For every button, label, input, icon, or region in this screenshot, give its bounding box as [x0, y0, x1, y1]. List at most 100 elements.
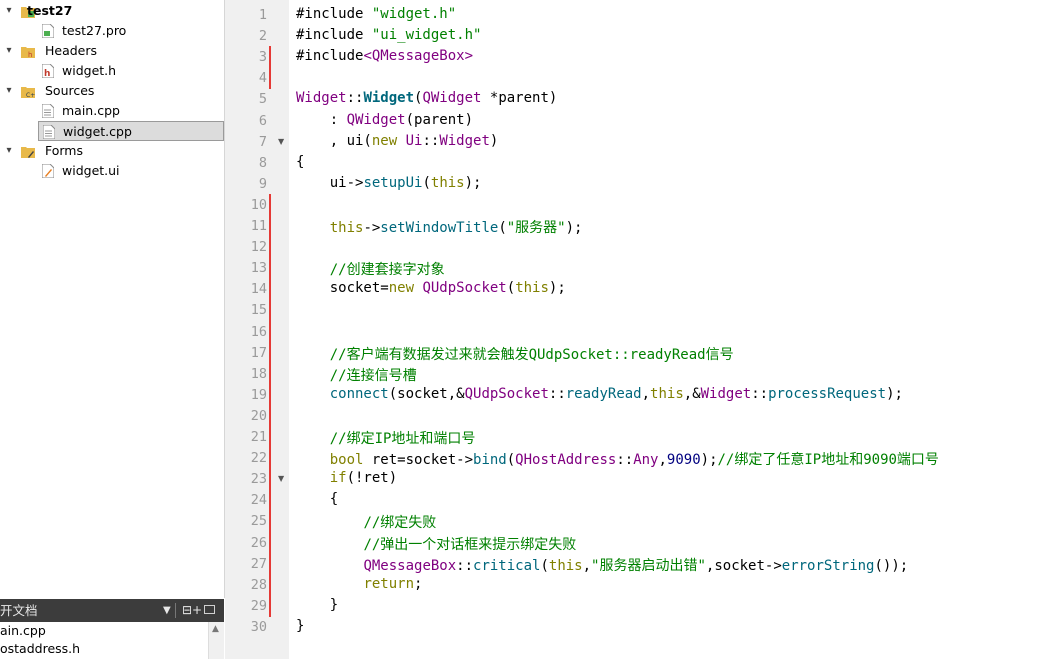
- code-line[interactable]: Widget::Widget(QWidget *parent): [296, 90, 557, 106]
- svg-text:C+: C+: [26, 92, 35, 98]
- line-number: 16: [250, 323, 267, 340]
- fold-arrow-icon[interactable]: ▼: [278, 474, 284, 483]
- code-line[interactable]: {: [296, 154, 304, 170]
- pro-file-icon: [41, 23, 55, 39]
- line-number: 17: [250, 344, 267, 361]
- change-marker: [269, 46, 271, 69]
- tree-item-sources[interactable]: ▾ C+ Sources: [0, 81, 224, 101]
- tree-item-widget-ui[interactable]: widget.ui: [0, 161, 224, 181]
- code-line[interactable]: {: [296, 491, 338, 507]
- tree-item-forms[interactable]: ▾ Forms: [0, 141, 224, 161]
- code-line[interactable]: //绑定IP地址和端口号: [296, 428, 476, 448]
- forms-folder-icon: [21, 144, 35, 158]
- tree-item-label: main.cpp: [62, 103, 120, 118]
- fold-arrow-icon[interactable]: ▼: [278, 137, 284, 146]
- line-number: 5: [258, 91, 267, 108]
- code-line[interactable]: #include "widget.h": [296, 6, 456, 22]
- code-line[interactable]: connect(socket,&QUdpSocket::readyRead,th…: [296, 386, 903, 402]
- toolbar-divider: [175, 603, 176, 618]
- open-documents-scrollbar[interactable]: ▲: [208, 622, 224, 659]
- line-number: 24: [250, 492, 267, 509]
- line-number: 29: [250, 597, 267, 614]
- line-number: 23: [250, 471, 267, 488]
- svg-text:h: h: [44, 69, 50, 78]
- code-line[interactable]: //客户端有数据发过来就会触发QUdpSocket::readyRead信号: [296, 344, 734, 364]
- line-number: 8: [258, 154, 267, 171]
- change-marker: [269, 215, 271, 238]
- line-number: 15: [250, 302, 267, 319]
- line-number: 2: [258, 28, 267, 45]
- code-line[interactable]: #include "ui_widget.h": [296, 27, 481, 43]
- chevron-down-icon[interactable]: ▼: [163, 599, 171, 622]
- split-icon[interactable]: ⊟+: [182, 599, 202, 622]
- open-documents-list: ain.cpp ostaddress.h: [0, 622, 208, 659]
- project-tree[interactable]: ▾ test27 test27.pro ▾ h Headers h widget.h ▾ C+ So…: [0, 0, 225, 598]
- code-line[interactable]: : QWidget(parent): [296, 112, 473, 128]
- code-line[interactable]: this->setWindowTitle("服务器");: [296, 217, 583, 237]
- tree-item-main-cpp[interactable]: main.cpp: [0, 101, 224, 121]
- change-marker: [269, 341, 271, 364]
- change-marker: [269, 447, 271, 470]
- open-documents-title: 开文档: [0, 603, 38, 618]
- code-line[interactable]: }: [296, 597, 338, 613]
- expand-arrow-icon[interactable]: ▾: [4, 81, 14, 101]
- change-marker: [269, 404, 271, 427]
- change-marker: [269, 236, 271, 259]
- scroll-up-icon[interactable]: ▲: [212, 624, 219, 634]
- line-number: 26: [250, 534, 267, 551]
- tree-item-label: Forms: [45, 143, 84, 158]
- expand-arrow-icon[interactable]: ▾: [4, 141, 14, 161]
- code-line[interactable]: //绑定失败: [296, 512, 436, 532]
- change-marker: [269, 362, 271, 385]
- sources-folder-icon: C+: [21, 84, 35, 99]
- close-pane-icon[interactable]: [204, 605, 215, 614]
- code-line[interactable]: }: [296, 618, 304, 634]
- line-number: 27: [250, 555, 267, 572]
- code-line[interactable]: ui->setupUi(this);: [296, 175, 482, 191]
- line-number: 12: [250, 239, 267, 256]
- tree-item-headers[interactable]: ▾ h Headers: [0, 41, 224, 61]
- tree-item-test27-pro[interactable]: test27.pro: [0, 21, 224, 41]
- code-line[interactable]: , ui(new Ui::Widget): [296, 133, 499, 149]
- code-line[interactable]: return;: [296, 576, 422, 592]
- tree-item-widget-cpp[interactable]: widget.cpp: [38, 121, 224, 141]
- change-marker: [269, 278, 271, 301]
- line-number: 1: [258, 7, 267, 23]
- tree-item-test27[interactable]: ▾ test27: [0, 1, 224, 21]
- code-line[interactable]: bool ret=socket->bind(QHostAddress::Any,…: [296, 449, 939, 469]
- svg-text:h: h: [28, 51, 32, 58]
- expand-arrow-icon[interactable]: ▾: [4, 1, 14, 21]
- tree-item-widget-h[interactable]: h widget.h: [0, 61, 224, 81]
- line-number: 4: [258, 70, 267, 87]
- change-marker: [269, 383, 271, 406]
- code-editor[interactable]: #include "widget.h" #include "ui_widget.h…: [296, 0, 1057, 659]
- tree-item-label: Sources: [45, 83, 95, 98]
- change-marker: [269, 320, 271, 343]
- change-marker: [269, 510, 271, 533]
- line-number: 13: [250, 260, 267, 277]
- line-number: 20: [250, 407, 267, 424]
- expand-arrow-icon[interactable]: ▾: [4, 41, 14, 61]
- code-line[interactable]: QMessageBox::critical(this,"服务器启动出错",soc…: [296, 555, 908, 575]
- code-line[interactable]: //创建套接字对象: [296, 259, 445, 279]
- code-line[interactable]: #include<QMessageBox>: [296, 48, 473, 64]
- code-line[interactable]: socket=new QUdpSocket(this);: [296, 280, 566, 296]
- change-marker: [269, 299, 271, 322]
- line-number: 10: [250, 196, 267, 213]
- code-line[interactable]: //连接信号槽: [296, 365, 417, 385]
- code-line[interactable]: if(!ret): [296, 470, 397, 486]
- change-marker: [269, 573, 271, 596]
- line-number-gutter: 1 2 3 4 5 6 7 ▼ 8 9 10 11 12 13 14 15 16 17 18 19 20 21 22 23 ▼ 2…: [225, 0, 289, 659]
- code-line[interactable]: //弹出一个对话框来提示绑定失败: [296, 534, 576, 554]
- line-number: 22: [250, 450, 267, 467]
- cpp-file-icon: [42, 124, 56, 140]
- change-marker: [269, 552, 271, 575]
- tree-item-label: test27.pro: [62, 23, 127, 38]
- open-documents-header: 开文档 ▼ ⊟+: [0, 599, 224, 622]
- open-document-item[interactable]: ain.cpp: [0, 622, 46, 640]
- open-document-item[interactable]: ostaddress.h: [0, 640, 80, 658]
- change-marker: [269, 489, 271, 512]
- line-number: 21: [250, 429, 267, 445]
- line-number: 30: [250, 618, 267, 635]
- tree-item-label: Headers: [45, 43, 98, 58]
